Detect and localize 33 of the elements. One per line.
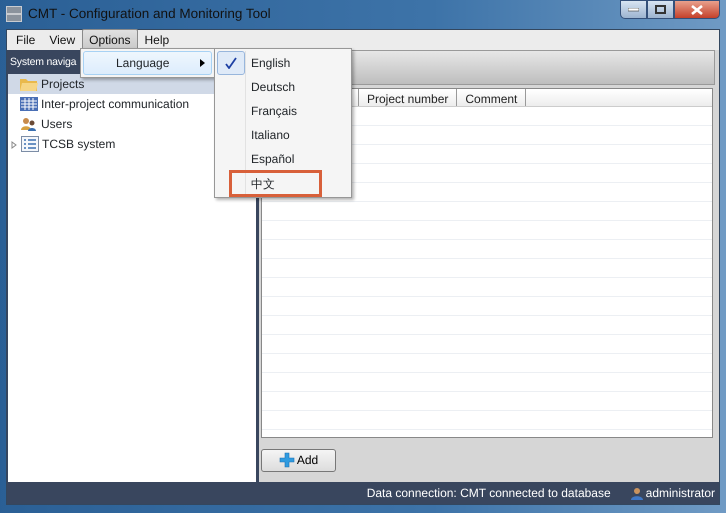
language-option[interactable]: 中文	[245, 173, 275, 194]
column-header[interactable]: Comment	[456, 89, 526, 106]
tree-item[interactable]: Users	[8, 114, 76, 134]
menu-item[interactable]: File	[9, 29, 42, 51]
tree-item[interactable]: TCSB system	[8, 134, 120, 154]
app-logo-icon	[6, 6, 22, 22]
minimize-button[interactable]	[620, 0, 647, 19]
language-option[interactable]: Deutsch	[245, 75, 296, 99]
users-icon	[20, 117, 38, 131]
tree-item[interactable]: Inter-project communication	[8, 94, 194, 114]
column-header[interactable]: Project number	[358, 89, 458, 106]
close-icon	[691, 4, 703, 14]
close-button[interactable]	[674, 0, 720, 19]
user-name: administrator	[646, 485, 715, 502]
language-option[interactable]: Español	[245, 147, 294, 171]
menu-item[interactable]: Language	[83, 51, 212, 75]
plus-icon	[278, 452, 295, 468]
connection-status: Data connection: CMT connected to database	[366, 485, 611, 502]
language-option[interactable]: Italiano	[245, 123, 290, 147]
folder-icon	[20, 77, 38, 91]
menu-item[interactable]: View	[42, 29, 82, 51]
minimize-icon	[628, 8, 639, 12]
list-icon	[21, 136, 39, 152]
table-icon	[20, 97, 38, 111]
add-button[interactable]: Add	[261, 448, 336, 472]
language-option[interactable]: Français	[245, 99, 298, 123]
language-option[interactable]: English	[245, 51, 290, 75]
panel-title: System naviga	[10, 55, 76, 69]
maximize-button[interactable]	[647, 0, 674, 19]
menu-item[interactable]: Help	[138, 29, 176, 51]
window-title: CMT - Configuration and Monitoring Tool	[28, 4, 271, 23]
user-icon	[630, 486, 643, 500]
maximize-icon	[655, 5, 666, 14]
